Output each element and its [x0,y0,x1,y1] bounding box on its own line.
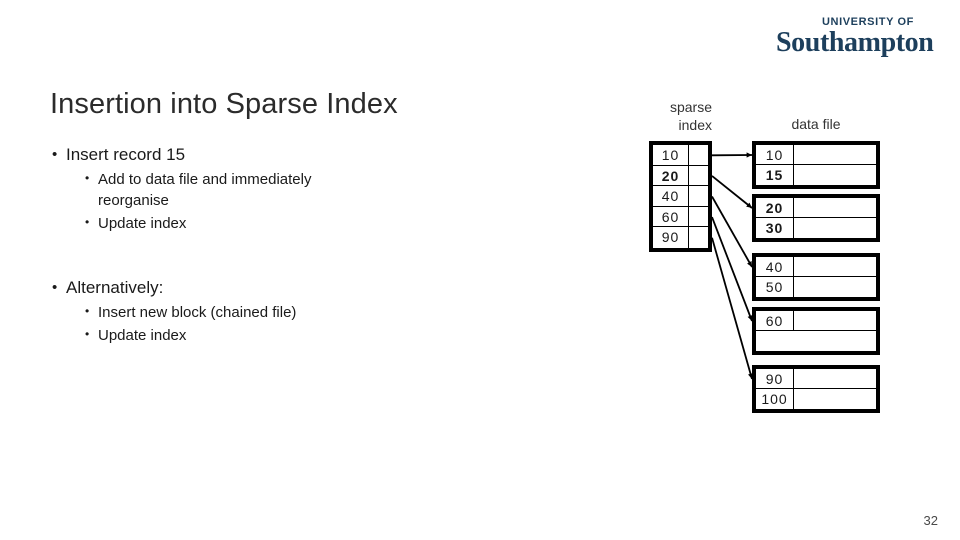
index-entry-pointer-cell [689,227,708,248]
data-record-key: 10 [756,145,794,164]
data-record-row: 20 [756,198,876,218]
data-record-key [756,331,794,351]
data-record-key: 90 [756,369,794,388]
data-record-key: 50 [756,277,794,297]
index-entry-key: 20 [653,165,689,186]
index-entry-key: 90 [653,227,689,248]
data-record-rest [794,198,876,217]
sparse-index-table: 10 20 40 60 90 [649,141,712,252]
data-block: 60 [752,307,880,355]
data-record-row: 60 [756,311,876,331]
sparse-index-diagram: sparse index data file 10 20 40 60 90 10 15 2… [0,0,960,540]
sparse-index-label-line2: index [678,117,712,133]
index-entry-row: 10 [653,145,708,166]
data-record-row: 15 [756,165,876,185]
data-block: 10 15 [752,141,880,189]
index-to-block-pointer [711,237,753,380]
data-record-rest [794,331,876,351]
data-record-row [756,331,876,351]
index-entry-key: 40 [653,186,689,206]
data-record-rest [794,311,876,330]
index-entry-pointer-cell [689,207,708,227]
data-record-row: 100 [756,389,876,409]
data-record-key: 30 [756,218,794,238]
data-record-key: 20 [756,198,794,217]
page-number: 32 [923,513,938,528]
data-record-rest [794,145,876,164]
index-entry-row: 90 [653,227,708,248]
data-record-key: 40 [756,257,794,276]
data-record-rest [794,218,876,238]
data-record-row: 10 [756,145,876,165]
data-record-row: 40 [756,257,876,277]
index-entry-pointer-cell [689,186,708,206]
data-block: 20 30 [752,194,880,242]
index-to-block-pointer [711,175,753,209]
data-block: 40 50 [752,253,880,301]
data-record-rest [794,277,876,297]
data-record-rest [794,389,876,409]
index-to-block-pointer [711,216,753,322]
data-record-key: 60 [756,311,794,330]
index-entry-key: 60 [653,206,689,227]
index-entry-row: 60 [653,206,708,228]
index-to-block-pointer [711,196,753,268]
slide-canvas: UNIVERSITY OF Southampton Insertion into… [0,0,960,540]
data-record-key: 15 [756,165,794,185]
sparse-index-label-line1: sparse [669,99,712,115]
data-record-rest [794,165,876,185]
data-record-row: 90 [756,369,876,389]
data-record-row: 30 [756,218,876,238]
data-block: 90 100 [752,365,880,413]
index-entry-pointer-cell [689,166,708,186]
data-record-key: 100 [756,389,794,409]
index-entry-key: 10 [653,145,689,165]
data-file-label: data file [791,116,841,132]
data-record-rest [794,369,876,388]
index-entry-row: 20 [653,165,708,187]
sparse-index-label: sparse index [630,98,712,134]
index-entry-row: 40 [653,186,708,207]
data-record-rest [794,257,876,276]
index-entry-pointer-cell [689,145,708,165]
data-record-row: 50 [756,277,876,297]
